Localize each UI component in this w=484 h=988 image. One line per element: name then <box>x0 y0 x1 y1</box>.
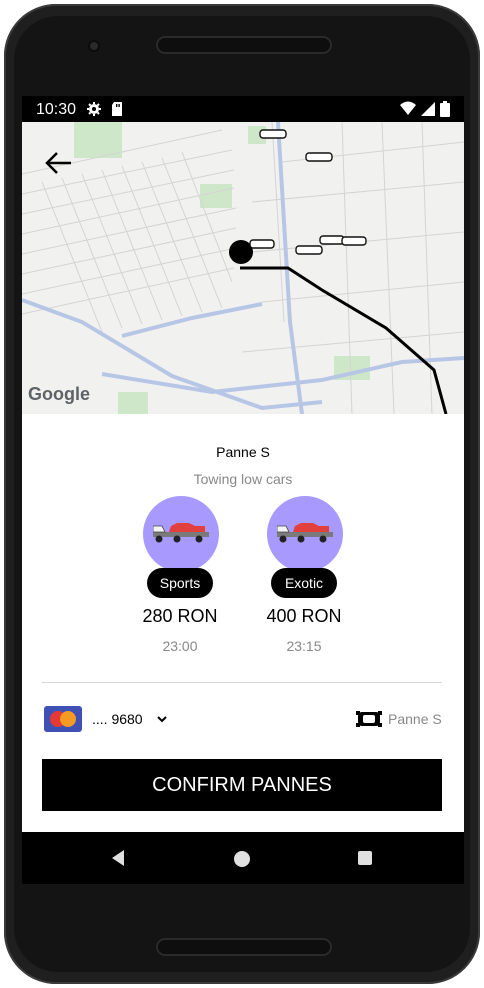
status-time: 10:30 <box>36 101 77 118</box>
map-view[interactable]: Google <box>22 122 464 414</box>
vehicle-label: Panne S <box>388 711 442 727</box>
settings-icon <box>87 102 101 116</box>
option-exotic[interactable]: Exotic 400 RON 23:15 <box>259 496 349 666</box>
option-time: 23:00 <box>162 638 198 654</box>
option-image <box>267 496 343 572</box>
wifi-icon <box>400 101 416 115</box>
screen: 10:30 Google Panne S Towing low cars Spo… <box>22 96 464 884</box>
nav-back-icon[interactable] <box>110 849 126 867</box>
divider <box>42 682 442 683</box>
option-image <box>143 496 219 572</box>
option-price: 280 RON <box>142 606 218 626</box>
confirm-button[interactable]: CONFIRM PANNES <box>42 759 442 811</box>
battery-icon <box>440 101 450 117</box>
payment-selector[interactable]: .... 9680 <box>44 706 244 736</box>
option-price: 400 RON <box>266 606 342 626</box>
option-name: Sports <box>147 568 213 598</box>
speaker-top <box>156 36 332 54</box>
map-attribution: Google <box>28 384 90 404</box>
service-title: Panne S <box>216 444 270 460</box>
tow-truck-icon <box>277 523 333 543</box>
option-time: 23:15 <box>286 638 322 654</box>
speaker-bottom <box>156 938 332 956</box>
mastercard-icon <box>44 706 82 732</box>
navigation-bar <box>22 832 464 884</box>
booking-panel: Panne S Towing low cars Sports 280 RON 2… <box>22 414 464 832</box>
signal-icon <box>421 102 435 116</box>
tow-truck-icon <box>153 523 209 543</box>
card-circle <box>60 711 76 727</box>
status-bar: 10:30 <box>22 96 464 122</box>
option-sports[interactable]: Sports 280 RON 23:00 <box>135 496 225 666</box>
option-name: Exotic <box>271 568 337 598</box>
front-camera <box>88 40 100 52</box>
back-arrow-icon[interactable] <box>44 150 74 176</box>
nav-recent-icon[interactable] <box>358 851 372 865</box>
vehicle-info: Panne S <box>356 706 456 736</box>
service-subtitle: Towing low cars <box>193 471 293 487</box>
sdcard-icon <box>112 102 122 116</box>
vehicle-icon <box>356 711 382 727</box>
chevron-down-icon[interactable] <box>156 714 168 724</box>
map-canvas <box>22 122 464 414</box>
nav-home-icon[interactable] <box>234 851 250 867</box>
card-number: .... 9680 <box>92 711 143 727</box>
